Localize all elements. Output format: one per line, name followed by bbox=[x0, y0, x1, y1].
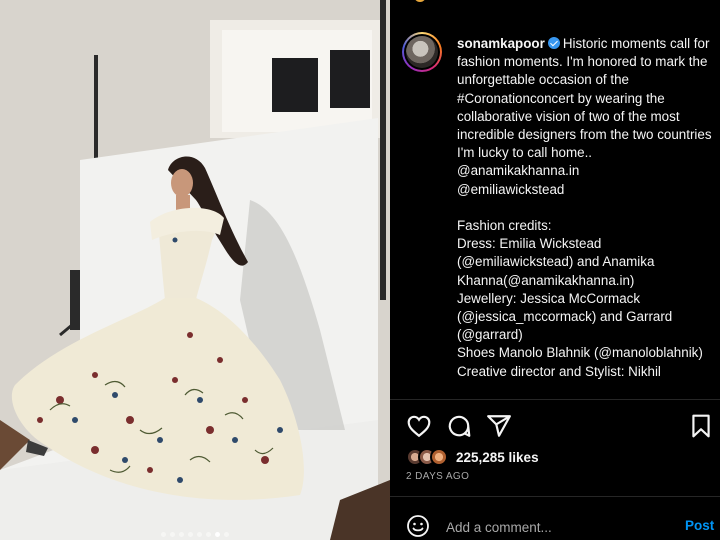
caption-body: Historic moments call for fashion moment… bbox=[457, 36, 712, 161]
story-ring-fragment bbox=[414, 0, 426, 2]
carousel-dot bbox=[170, 532, 175, 537]
divider bbox=[390, 399, 720, 400]
send-icon[interactable] bbox=[486, 413, 512, 439]
heart-icon[interactable] bbox=[406, 413, 432, 439]
credit-shoes: Shoes Manolo Blahnik (@manoloblahnik) bbox=[457, 345, 703, 361]
post-comment-button[interactable]: Post bbox=[685, 518, 714, 533]
credits-heading: Fashion credits: bbox=[457, 218, 552, 234]
carousel-dot bbox=[215, 532, 220, 537]
carousel-dot bbox=[224, 532, 229, 537]
comment-input[interactable] bbox=[446, 516, 666, 538]
carousel-dot bbox=[206, 532, 211, 537]
carousel-dot bbox=[179, 532, 184, 537]
bookmark-icon[interactable] bbox=[688, 413, 714, 439]
divider bbox=[390, 496, 720, 497]
caption-block: sonamkapoor Historic moments call for fas… bbox=[402, 30, 714, 398]
avatar[interactable] bbox=[402, 32, 442, 72]
carousel-dot bbox=[188, 532, 193, 537]
mention-link[interactable]: @emiliawickstead bbox=[457, 182, 564, 197]
photo-illustration bbox=[0, 0, 390, 540]
verified-badge-icon bbox=[547, 37, 560, 49]
carousel-dot bbox=[161, 532, 166, 537]
avatar-image bbox=[406, 36, 438, 68]
comment-icon[interactable] bbox=[446, 413, 472, 439]
likes-row[interactable]: 225,285 likes bbox=[406, 447, 539, 467]
caption-text: sonamkapoor Historic moments call for fas… bbox=[457, 35, 712, 381]
likes-count[interactable]: 225,285 likes bbox=[456, 450, 539, 465]
credit-creative: Creative director and Stylist: Nikhil bbox=[457, 363, 661, 379]
comment-bar: Post bbox=[390, 506, 720, 540]
action-bar bbox=[390, 405, 720, 445]
post-photo[interactable] bbox=[0, 0, 390, 540]
username-link[interactable]: sonamkapoor bbox=[457, 36, 545, 51]
carousel-indicator bbox=[0, 532, 390, 537]
carousel-dot bbox=[197, 532, 202, 537]
post-date[interactable]: 2 DAYS AGO bbox=[406, 471, 469, 482]
post-side-panel: sonamkapoor Historic moments call for fas… bbox=[390, 0, 720, 540]
liker-avatar bbox=[430, 448, 448, 466]
emoji-smile-icon[interactable] bbox=[406, 514, 430, 538]
mention-link[interactable]: @anamikakhanna.in bbox=[457, 163, 579, 178]
credit-dress: Dress: Emilia Wickstead (@emiliawickstea… bbox=[457, 236, 655, 288]
credit-jewellery: Jewellery: Jessica McCormack (@jessica_m… bbox=[457, 290, 673, 343]
